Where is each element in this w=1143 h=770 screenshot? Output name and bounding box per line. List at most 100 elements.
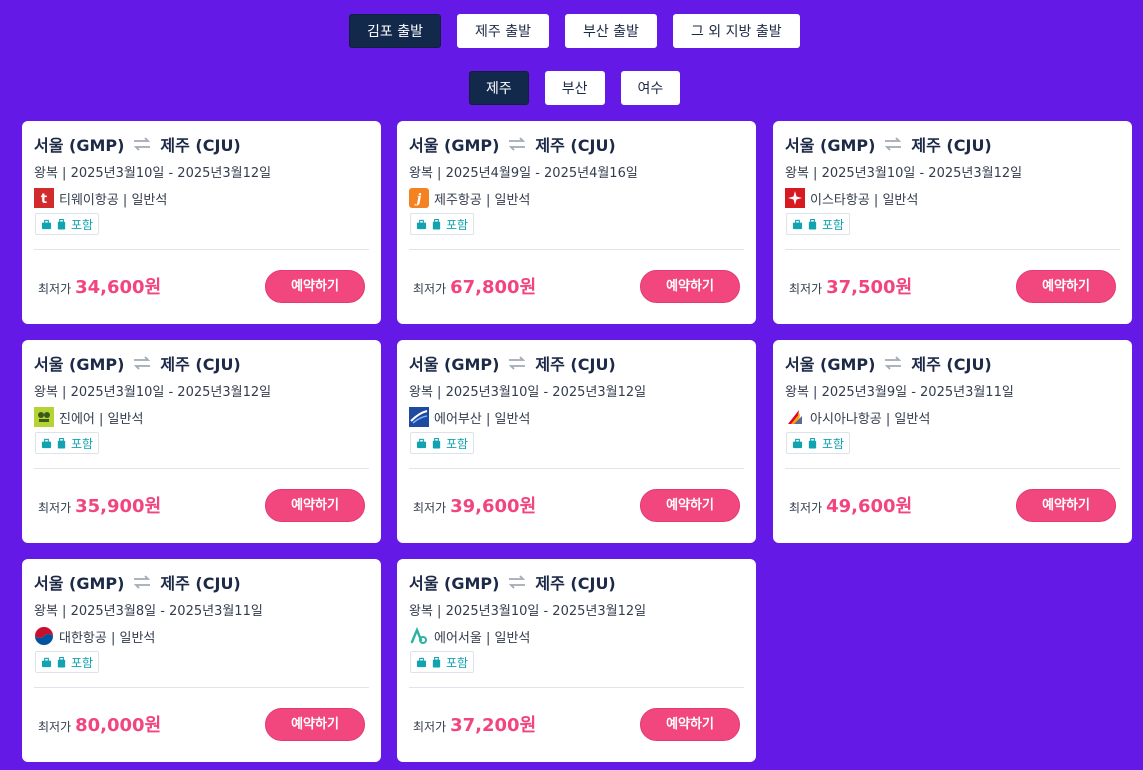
airseoul-logo-icon xyxy=(410,626,427,644)
asiana-logo-icon xyxy=(788,410,802,424)
price-label: 최저가 xyxy=(413,720,447,734)
origin-airport: 서울 (GMP) xyxy=(785,136,876,155)
baggage-label: 포함 xyxy=(446,217,469,232)
swap-icon xyxy=(134,137,151,151)
destination-airport: 제주 (CJU) xyxy=(911,136,992,155)
book-button[interactable]: 예약하기 xyxy=(265,270,365,303)
airline-info: 에어서울 | 일반석 xyxy=(409,626,530,646)
trip-dates: 왕복 | 2025년3월9일 - 2025년3월11일 xyxy=(785,385,1014,400)
airline-label: 대한항공 | 일반석 xyxy=(59,630,156,646)
jinair-logo-icon xyxy=(34,407,54,427)
swap-icon xyxy=(134,356,151,370)
tab-jeju-departure[interactable]: 제주 출발 xyxy=(456,14,549,48)
flight-card: 서울 (GMP) 제주 (CJU) 왕복 | 2025년3월8일 - 2025년… xyxy=(22,559,381,762)
price-value: 34,600원 xyxy=(75,277,162,298)
baggage-label: 포함 xyxy=(71,655,94,670)
checked-bag-icon xyxy=(57,218,66,230)
airline-info: j 제주항공 | 일반석 xyxy=(409,188,530,208)
checked-bag-icon xyxy=(57,437,66,449)
book-button[interactable]: 예약하기 xyxy=(1016,489,1116,522)
origin-airport: 서울 (GMP) xyxy=(409,136,500,155)
divider xyxy=(785,468,1120,469)
flight-card: 서울 (GMP) 제주 (CJU) 왕복 | 2025년3월10일 - 2025… xyxy=(22,121,381,324)
tway-logo-icon: t xyxy=(34,188,54,208)
destination-airport: 제주 (CJU) xyxy=(911,355,992,374)
tab-dest-jeju[interactable]: 제주 xyxy=(469,71,529,105)
price-label: 최저가 xyxy=(789,501,823,515)
eastar-logo-icon xyxy=(785,188,805,208)
airline-label: 제주항공 | 일반석 xyxy=(434,192,531,208)
divider xyxy=(785,249,1120,250)
origin-airport: 서울 (GMP) xyxy=(34,136,125,155)
price-value: 37,500원 xyxy=(826,277,913,298)
tab-busan-departure[interactable]: 부산 출발 xyxy=(564,14,657,48)
swap-icon xyxy=(885,356,902,370)
origin-airport: 서울 (GMP) xyxy=(785,355,876,374)
baggage-badge: 포함 xyxy=(786,213,851,235)
route: 서울 (GMP) 제주 (CJU) xyxy=(785,132,992,156)
price-value: 80,000원 xyxy=(75,715,162,736)
checked-bag-icon xyxy=(808,218,817,230)
book-button[interactable]: 예약하기 xyxy=(1016,270,1116,303)
book-button[interactable]: 예약하기 xyxy=(265,708,365,741)
price-label: 최저가 xyxy=(789,282,823,296)
book-button[interactable]: 예약하기 xyxy=(640,270,740,303)
baggage-label: 포함 xyxy=(71,217,94,232)
trip-dates: 왕복 | 2025년4월9일 - 2025년4월16일 xyxy=(409,166,638,181)
airline-label: 에어부산 | 일반석 xyxy=(434,411,531,427)
airline-info: 진에어 | 일반석 xyxy=(34,407,143,427)
route: 서울 (GMP) 제주 (CJU) xyxy=(409,351,616,375)
baggage-label: 포함 xyxy=(446,436,469,451)
route: 서울 (GMP) 제주 (CJU) xyxy=(34,351,241,375)
origin-airport: 서울 (GMP) xyxy=(34,355,125,374)
price-value: 37,200원 xyxy=(450,715,537,736)
book-button[interactable]: 예약하기 xyxy=(640,489,740,522)
price-label: 최저가 xyxy=(413,501,447,515)
baggage-badge: 포함 xyxy=(410,651,475,673)
checked-bag-icon xyxy=(432,218,441,230)
baggage-label: 포함 xyxy=(822,436,845,451)
baggage-badge: 포함 xyxy=(410,213,475,235)
tab-gimpo-departure[interactable]: 김포 출발 xyxy=(349,14,441,48)
destination-tabs: 제주 부산 여수 xyxy=(469,71,681,105)
airline-info: 에어부산 | 일반석 xyxy=(409,407,530,427)
price-value: 39,600원 xyxy=(450,496,537,517)
divider xyxy=(409,468,744,469)
baggage-badge: 포함 xyxy=(35,651,100,673)
trip-dates: 왕복 | 2025년3월10일 - 2025년3월12일 xyxy=(34,166,272,181)
swap-icon xyxy=(509,575,526,589)
trip-dates: 왕복 | 2025년3월10일 - 2025년3월12일 xyxy=(785,166,1023,181)
checked-bag-icon xyxy=(432,437,441,449)
divider xyxy=(34,468,369,469)
airline-label: 이스타항공 | 일반석 xyxy=(810,192,919,208)
baggage-label: 포함 xyxy=(822,217,845,232)
route: 서울 (GMP) 제주 (CJU) xyxy=(409,132,616,156)
baggage-label: 포함 xyxy=(71,436,94,451)
price-label: 최저가 xyxy=(38,501,72,515)
destination-airport: 제주 (CJU) xyxy=(535,574,616,593)
baggage-label: 포함 xyxy=(446,655,469,670)
destination-airport: 제주 (CJU) xyxy=(160,136,241,155)
route: 서울 (GMP) 제주 (CJU) xyxy=(34,570,241,594)
airline-label: 아시아나항공 | 일반석 xyxy=(810,411,931,427)
price-row: 최저가 80,000원 xyxy=(38,711,161,737)
route: 서울 (GMP) 제주 (CJU) xyxy=(785,351,992,375)
trip-dates: 왕복 | 2025년3월8일 - 2025년3월11일 xyxy=(34,604,263,619)
carry-on-bag-icon xyxy=(416,219,427,229)
destination-airport: 제주 (CJU) xyxy=(160,355,241,374)
airline-label: 티웨이항공 | 일반석 xyxy=(59,192,168,208)
price-label: 최저가 xyxy=(38,282,72,296)
tab-dest-busan[interactable]: 부산 xyxy=(544,71,605,105)
flight-card: 서울 (GMP) 제주 (CJU) 왕복 | 2025년3월10일 - 2025… xyxy=(397,559,756,762)
swap-icon xyxy=(885,137,902,151)
airline-info: 대한항공 | 일반석 xyxy=(34,626,155,646)
book-button[interactable]: 예약하기 xyxy=(265,489,365,522)
tab-dest-yeosu[interactable]: 여수 xyxy=(620,71,681,105)
price-row: 최저가 49,600원 xyxy=(789,492,912,518)
flight-card: 서울 (GMP) 제주 (CJU) 왕복 | 2025년4월9일 - 2025년… xyxy=(397,121,756,324)
checked-bag-icon xyxy=(57,656,66,668)
airline-label: 진에어 | 일반석 xyxy=(59,411,144,427)
price-row: 최저가 34,600원 xyxy=(38,273,161,299)
book-button[interactable]: 예약하기 xyxy=(640,708,740,741)
tab-other-departure[interactable]: 그 외 지방 출발 xyxy=(672,14,800,48)
